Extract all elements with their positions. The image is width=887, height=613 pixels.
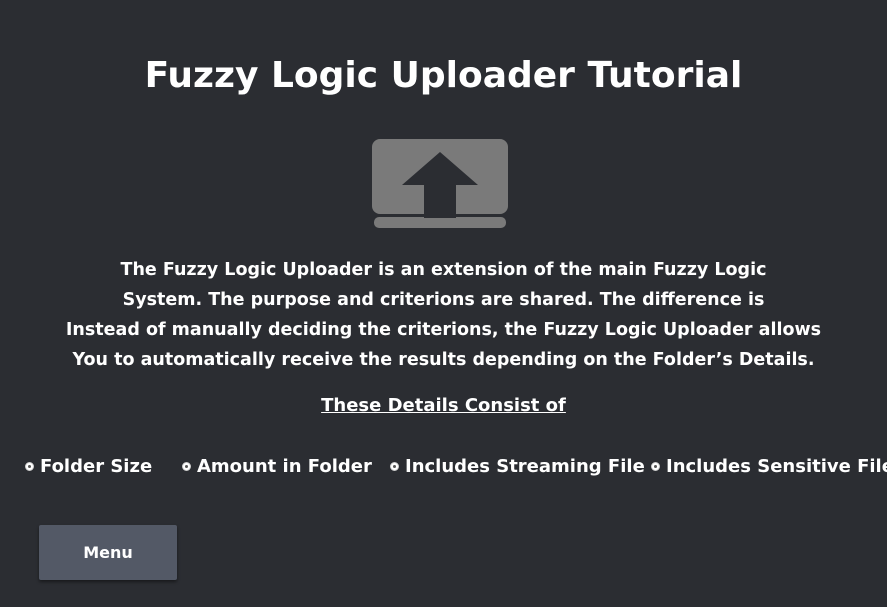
detail-item-streaming-file: Includes Streaming File	[390, 452, 645, 480]
description-line: You to automatically receive the results…	[72, 350, 815, 370]
bottom-strip	[0, 607, 887, 613]
bullet-radio-icon	[651, 461, 660, 471]
detail-label: Folder Size	[40, 455, 153, 477]
detail-label: Includes Sensitive File	[666, 455, 887, 477]
description-line: The Fuzzy Logic Uploader is an extension…	[120, 260, 767, 280]
bullet-radio-icon	[182, 461, 191, 471]
bullet-radio-icon	[390, 461, 399, 471]
bullet-radio-icon	[25, 461, 34, 471]
menu-button[interactable]: Menu	[39, 525, 177, 580]
detail-item-sensitive-file: Includes Sensitive File	[651, 452, 887, 480]
detail-item-folder-size: Folder Size	[25, 452, 152, 480]
detail-label: Includes Streaming File	[405, 455, 645, 477]
detail-item-amount-in-folder: Amount in Folder	[182, 452, 372, 480]
description-line: System. The purpose and criterions are s…	[122, 290, 765, 310]
description-line: Instead of manually deciding the criteri…	[65, 320, 822, 340]
description: The Fuzzy Logic Uploader is an extension…	[60, 255, 827, 375]
details-heading: These Details Consist of	[321, 395, 566, 416]
detail-label: Amount in Folder	[197, 455, 372, 477]
upload-icon	[372, 139, 508, 228]
page-title: Fuzzy Logic Uploader Tutorial	[144, 55, 743, 96]
